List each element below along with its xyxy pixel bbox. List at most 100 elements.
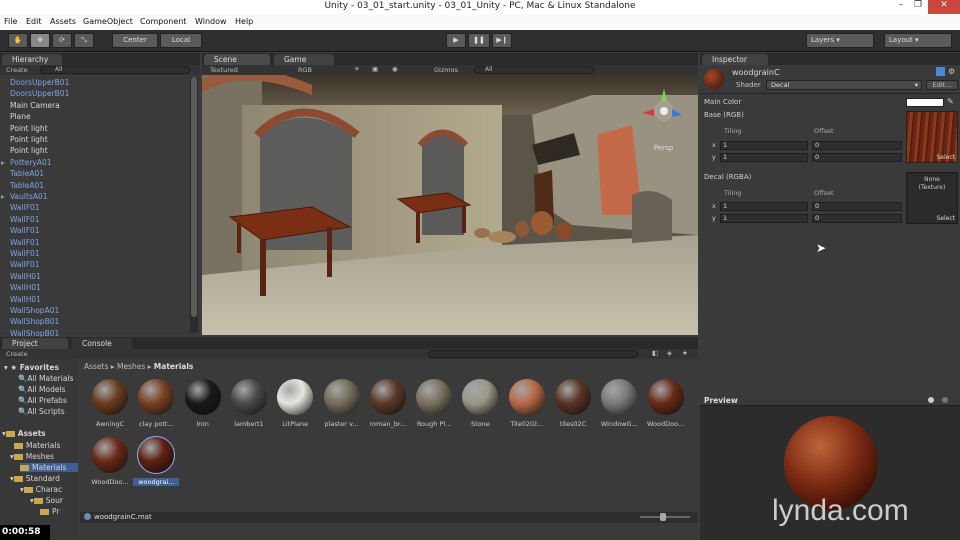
breadcrumb-materials[interactable]: Materials — [154, 362, 194, 371]
menu-component[interactable]: Component — [140, 17, 186, 26]
material-asset-label[interactable]: WoodDoo... — [643, 420, 689, 428]
material-asset-thumbnail[interactable] — [508, 379, 545, 415]
preview-light-toggle-icon[interactable] — [942, 397, 948, 403]
material-asset-label[interactable]: clay pott... — [133, 420, 179, 428]
scale-tool-icon[interactable]: ⤡ — [74, 33, 94, 48]
decal-texture-slot[interactable]: None (Texture) Select — [906, 172, 958, 224]
decal-tiling-x-field[interactable]: 1 — [720, 202, 808, 211]
base-offset-y-field[interactable]: 0 — [812, 153, 902, 162]
eyedropper-icon[interactable]: ✎ — [947, 97, 954, 106]
material-asset-thumbnail[interactable] — [462, 379, 499, 415]
thumbnail-size-slider[interactable] — [640, 513, 690, 521]
menu-gameobject[interactable]: GameObject — [83, 17, 133, 26]
tree-prefabs[interactable]: Pr — [40, 507, 59, 516]
hierarchy-item[interactable]: WallH01 — [10, 295, 41, 304]
hierarchy-item[interactable]: WallF01 — [10, 249, 40, 258]
menu-file[interactable]: File — [4, 17, 17, 26]
material-asset-label[interactable]: lambert1 — [226, 420, 272, 428]
hand-tool-icon[interactable]: ✋ — [8, 33, 28, 48]
hierarchy-item[interactable]: WallF01 — [10, 203, 40, 212]
hierarchy-item[interactable]: WallF01 — [10, 215, 40, 224]
project-create-button[interactable]: Create — [6, 350, 28, 358]
scene-viewport[interactable] — [202, 75, 698, 335]
shader-dropdown[interactable]: Decal ▾ — [766, 80, 922, 90]
material-asset-label[interactable]: Iron — [180, 420, 226, 428]
layout-dropdown[interactable]: Layout ▾ — [884, 33, 952, 48]
project-search-input[interactable] — [428, 350, 638, 358]
hierarchy-item[interactable]: Plane — [10, 112, 31, 121]
material-asset-label[interactable]: woodgrai... — [133, 478, 180, 486]
expand-arrow-icon[interactable]: ▸ — [1, 158, 5, 167]
hierarchy-item[interactable]: TableA01 — [10, 181, 44, 190]
decal-offset-y-field[interactable]: 0 — [812, 214, 902, 223]
favorite-all-scripts[interactable]: 🔍All Scripts — [18, 407, 65, 416]
material-asset-thumbnail[interactable] — [323, 379, 360, 415]
hierarchy-scrollbar[interactable] — [190, 77, 198, 333]
favorite-all-prefabs[interactable]: 🔍All Prefabs — [18, 396, 67, 405]
material-asset-label[interactable]: AwningC — [87, 420, 133, 428]
base-tiling-y-field[interactable]: 1 — [720, 153, 808, 162]
tree-character[interactable]: ▾ Charac — [20, 485, 62, 494]
hierarchy-item[interactable]: WallH01 — [10, 283, 41, 292]
preview-sphere-toggle-icon[interactable] — [928, 397, 934, 403]
tab-project[interactable]: Project — [2, 338, 68, 349]
assets-header[interactable]: ▾ Assets — [2, 429, 46, 438]
hierarchy-item[interactable]: Point light — [10, 146, 48, 155]
tree-meshes-materials[interactable]: Materials — [20, 463, 78, 472]
material-asset-label[interactable]: plaster v... — [319, 420, 365, 428]
hierarchy-item[interactable]: DoorsUpperB01 — [10, 78, 69, 87]
tree-standard[interactable]: ▾ Standard — [10, 474, 60, 483]
material-asset-thumbnail[interactable] — [230, 379, 267, 415]
material-asset-thumbnail[interactable] — [277, 379, 314, 415]
material-asset-label[interactable]: Stone — [457, 420, 503, 428]
material-asset-label[interactable]: Tile02Gl... — [504, 420, 550, 428]
tab-game[interactable]: Game — [274, 54, 334, 65]
favorite-all-materials[interactable]: 🔍All Materials — [18, 374, 73, 383]
layers-dropdown[interactable]: Layers ▾ — [806, 33, 874, 48]
material-asset-thumbnail[interactable] — [555, 379, 591, 415]
menu-edit[interactable]: Edit — [26, 17, 42, 26]
base-offset-x-field[interactable]: 0 — [812, 141, 902, 150]
maximize-button[interactable]: ❐ — [907, 0, 929, 14]
material-asset-thumbnail[interactable] — [601, 379, 638, 415]
tree-meshes[interactable]: ▾ Meshes — [10, 452, 54, 461]
play-button[interactable]: ▶ — [446, 33, 466, 48]
pause-button[interactable]: ❚❚ — [468, 33, 490, 48]
decal-offset-x-field[interactable]: 0 — [812, 202, 902, 211]
hierarchy-item[interactable]: WallF01 — [10, 260, 40, 269]
base-texture-slot[interactable]: Select — [906, 111, 958, 163]
close-button[interactable]: ✕ — [928, 0, 960, 14]
expand-arrow-icon[interactable]: ▸ — [1, 192, 5, 201]
hierarchy-item[interactable]: WallShopB01 — [10, 317, 59, 326]
tree-materials[interactable]: Materials — [14, 441, 60, 450]
hierarchy-item[interactable]: WallF01 — [10, 226, 40, 235]
step-button[interactable]: ▶❙ — [492, 33, 512, 48]
tab-console[interactable]: Console — [72, 338, 132, 349]
hierarchy-create-button[interactable]: Create — [6, 66, 28, 74]
breadcrumb-assets[interactable]: Assets — [84, 362, 108, 371]
material-asset-thumbnail[interactable] — [92, 437, 128, 473]
hierarchy-item[interactable]: WallH01 — [10, 272, 41, 281]
base-select-button[interactable]: Select — [936, 154, 955, 161]
star-icon[interactable]: ★ — [682, 349, 688, 357]
hierarchy-item[interactable]: Point light — [10, 124, 48, 133]
breadcrumb-meshes[interactable]: Meshes — [117, 362, 145, 371]
material-asset-thumbnail[interactable] — [184, 379, 221, 415]
material-asset-thumbnail[interactable] — [647, 379, 684, 415]
hierarchy-search-input[interactable]: All — [40, 66, 190, 74]
tab-inspector[interactable]: Inspector — [702, 54, 768, 65]
material-asset-thumbnail[interactable] — [138, 379, 175, 415]
decal-select-button[interactable]: Select — [936, 215, 955, 222]
audio-toggle-icon[interactable]: ◉ — [392, 65, 398, 73]
hierarchy-item[interactable]: WallF01 — [10, 238, 40, 247]
scene-overlay-toggle-icon[interactable]: ▣ — [372, 65, 378, 73]
material-asset-label[interactable]: Rough Pl... — [411, 420, 457, 428]
pivot-center-toggle[interactable]: Center — [112, 33, 158, 48]
help-icon[interactable] — [936, 67, 945, 76]
lighting-toggle-icon[interactable]: ☀ — [354, 65, 360, 73]
hierarchy-item[interactable]: TableA01 — [10, 169, 44, 178]
menu-help[interactable]: Help — [235, 17, 253, 26]
material-asset-thumbnail[interactable] — [92, 379, 128, 415]
menu-assets[interactable]: Assets — [50, 17, 76, 26]
edit-shader-button[interactable]: Edit... — [926, 80, 958, 90]
